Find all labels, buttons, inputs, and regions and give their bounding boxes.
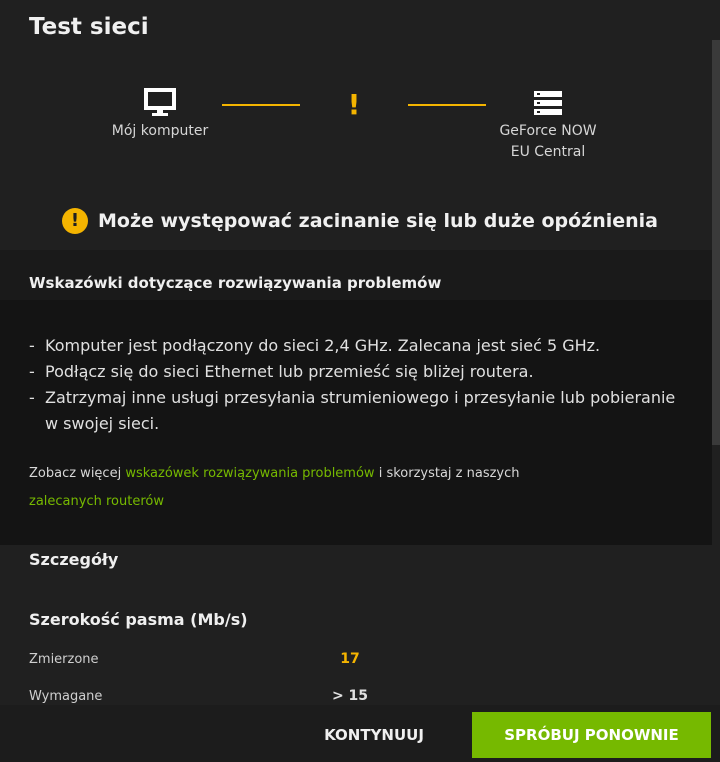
network-test-dialog: Test sieci Mój komputer ! GeForce NOW EU… [0,0,720,762]
more-tips-middle: i skorzystaj z naszych [374,466,520,481]
tip-item: Podłącz się do sieci Ethernet lub przemi… [29,359,679,385]
tips-header-label: Wskazówki dotyczące rozwiązywania proble… [29,274,442,292]
local-computer-node: Mój komputer [100,88,220,142]
troubleshooting-tips-link[interactable]: wskazówek rozwiązywania problemów [125,466,374,481]
measured-label: Zmierzone [29,652,99,667]
server-icon [534,91,562,115]
local-computer-label: Mój komputer [111,123,209,139]
continue-button[interactable]: KONTYNUUJ [296,712,452,758]
more-tips-prefix: Zobacz więcej [29,466,126,481]
dialog-footer: KONTYNUUJ SPRÓBUJ PONOWNIE [0,705,720,762]
server-node: GeForce NOW EU Central [478,88,618,163]
connection-status: ! Może występować zacinanie się lub duże … [0,208,720,234]
server-label-line1: GeForce NOW [499,123,597,139]
connection-line-left [222,104,300,106]
tips-panel: Komputer jest podłączony do sieci 2,4 GH… [0,300,712,545]
connection-line-right [408,104,486,106]
recommended-routers-link[interactable]: zalecanych routerów [29,494,164,509]
more-tips-text: Zobacz więcej wskazówek rozwiązywania pr… [29,460,669,516]
tips-header: Wskazówki dotyczące rozwiązywania proble… [0,250,712,300]
status-text: Może występować zacinanie się lub duże o… [98,210,658,232]
monitor-icon [144,88,176,116]
required-label: Wymagane [29,689,103,704]
dialog-title: Test sieci [29,14,149,40]
required-value: > 15 [331,688,369,704]
server-label-line2: EU Central [510,144,586,160]
retry-button[interactable]: SPRÓBUJ PONOWNIE [472,712,711,758]
measured-value: 17 [340,651,360,667]
bandwidth-title: Szerokość pasma (Mb/s) [29,610,248,629]
warning-circle-icon: ! [62,208,88,234]
tip-item: Komputer jest podłączony do sieci 2,4 GH… [29,333,679,359]
details-title: Szczegóły [29,550,119,569]
exclamation-icon: ! [347,88,361,121]
tips-list: Komputer jest podłączony do sieci 2,4 GH… [29,333,679,437]
network-diagram: Mój komputer ! GeForce NOW EU Central [0,88,720,168]
tip-item: Zatrzymaj inne usługi przesyłania strumi… [29,385,679,437]
